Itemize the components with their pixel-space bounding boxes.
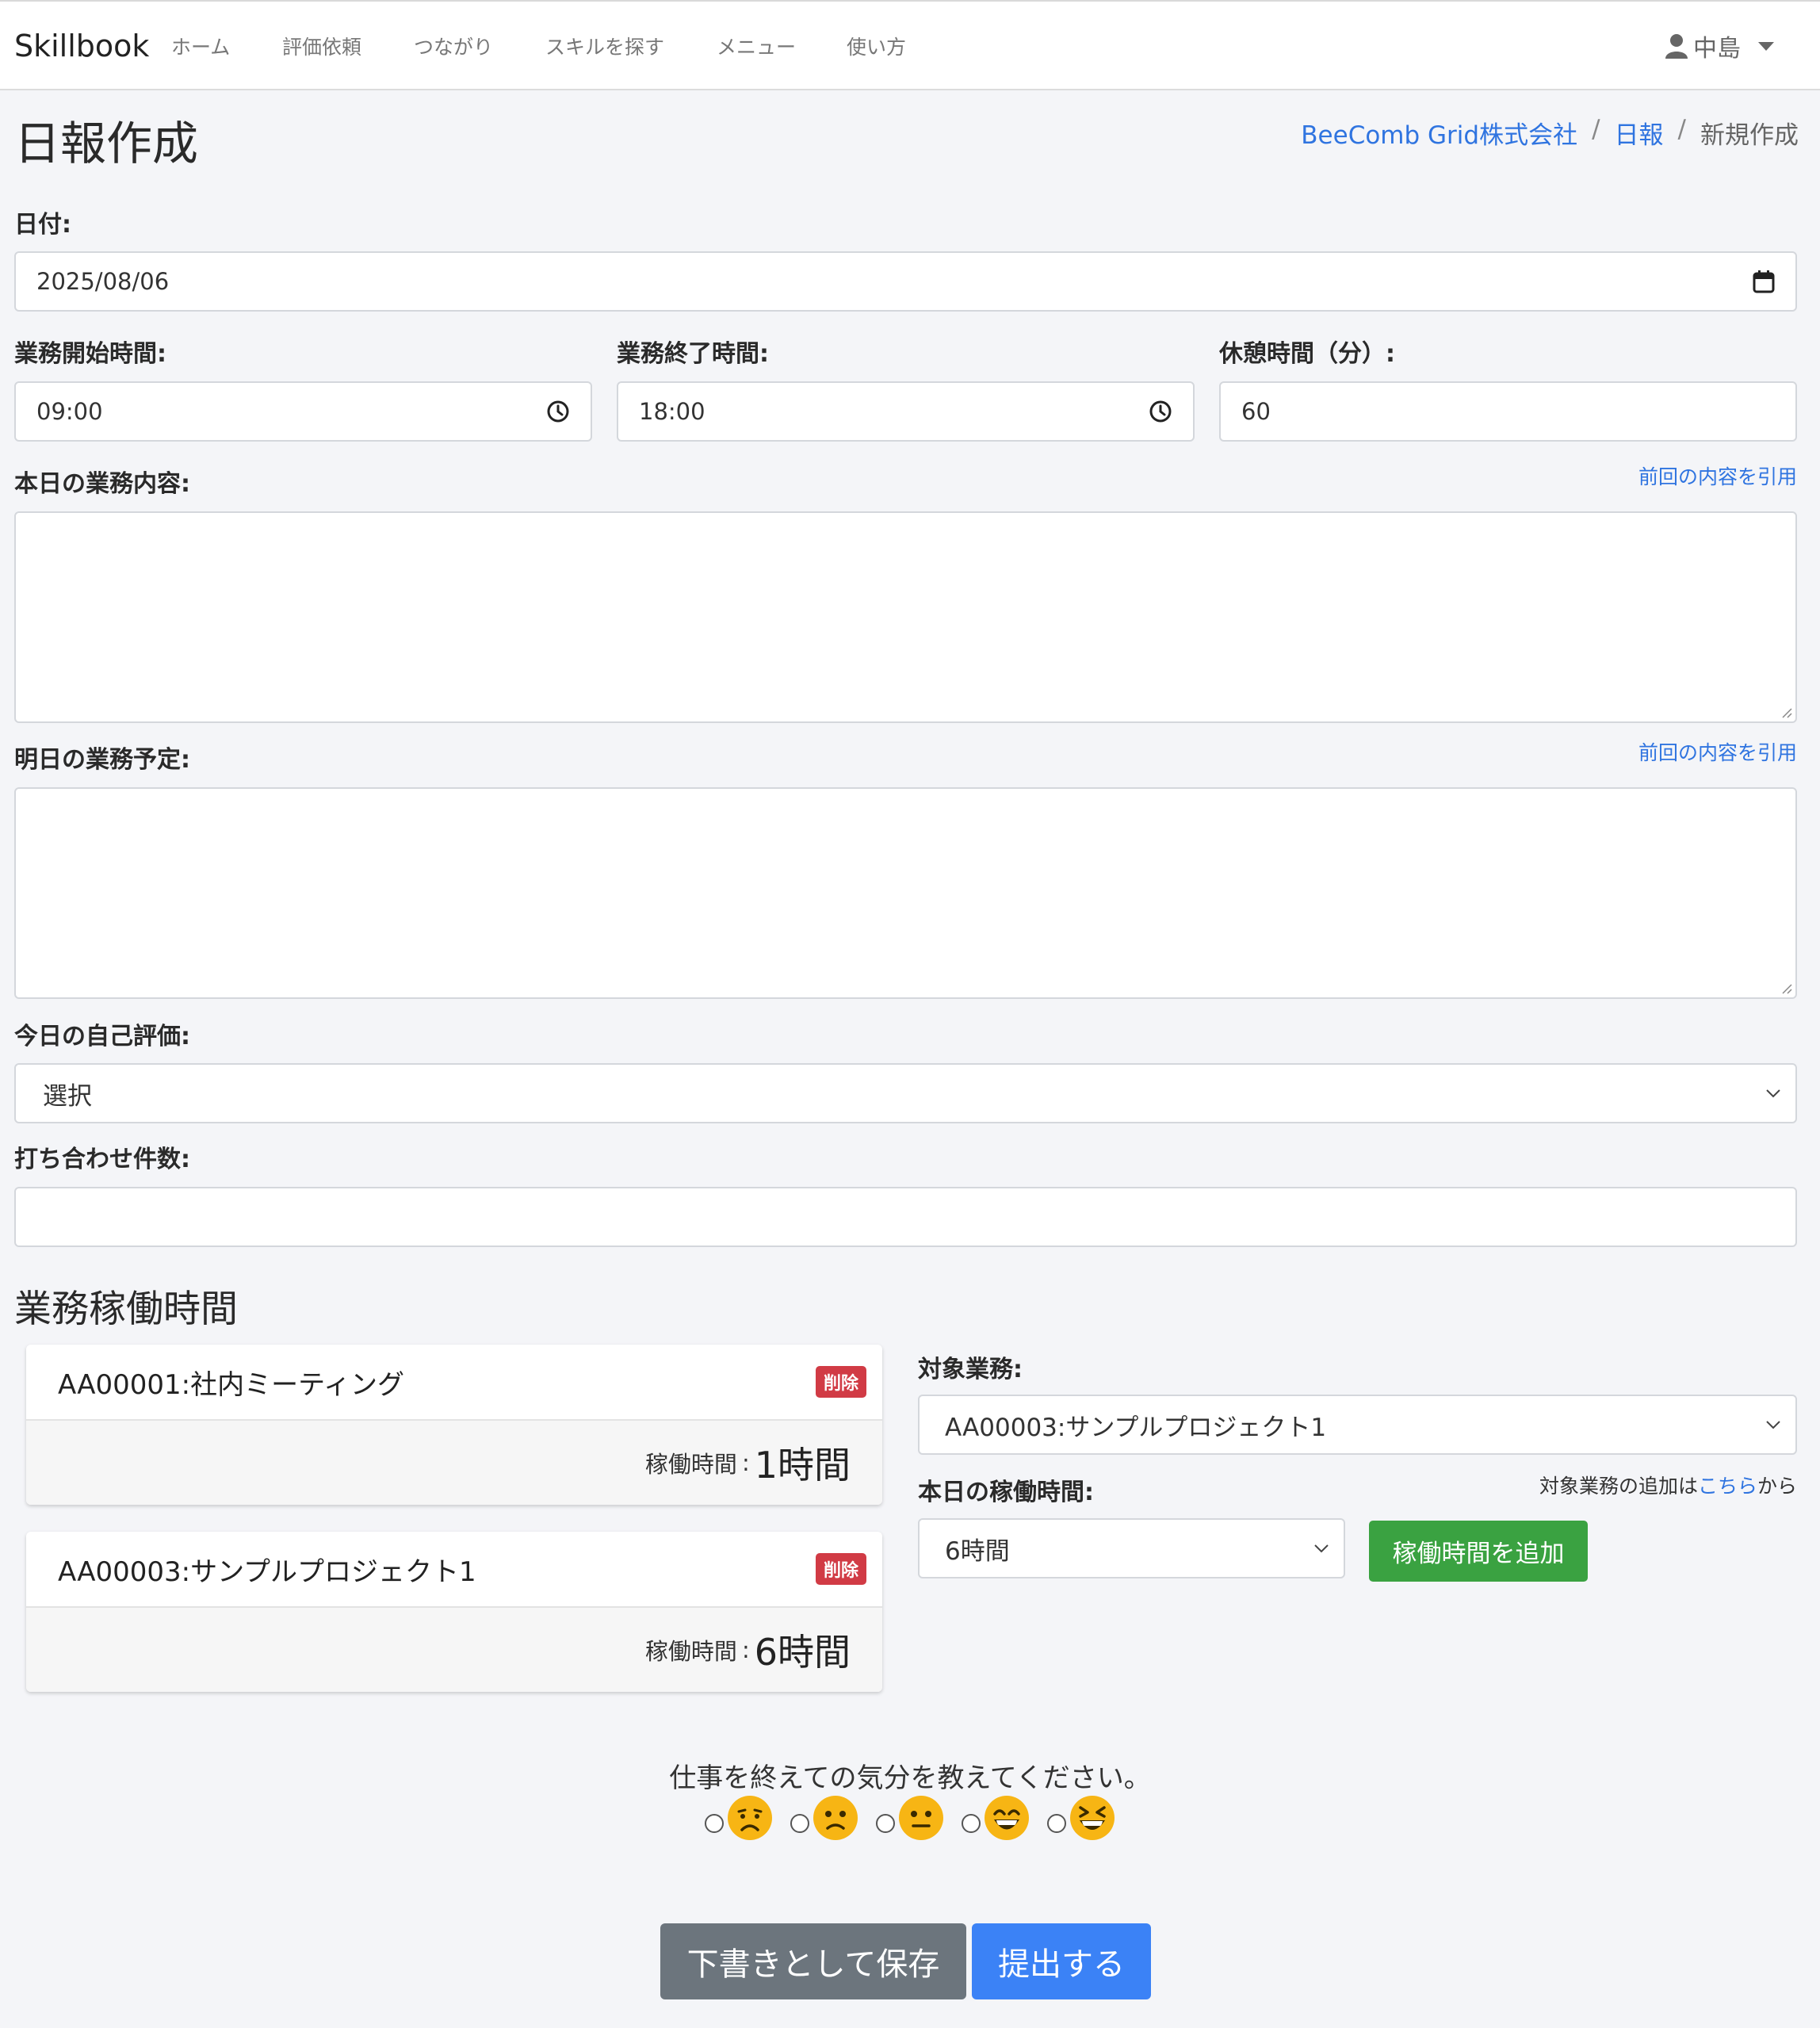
- nav-find-skills[interactable]: スキルを探す: [545, 32, 664, 60]
- today-work-label: 本日の業務内容:: [14, 470, 190, 498]
- mood-radio[interactable]: [962, 1814, 981, 1833]
- save-draft-button[interactable]: 下書きとして保存: [660, 1923, 966, 1999]
- date-input[interactable]: 2025/08/06: [14, 251, 1797, 312]
- target-task-value: AA00003:サンプルプロジェクト1: [945, 1413, 1327, 1442]
- add-task-note-prefix: 対象業務の追加は: [1539, 1475, 1698, 1498]
- break-time-input[interactable]: 60: [1219, 381, 1797, 442]
- breadcrumb-current: 新規作成: [1700, 121, 1799, 150]
- break-time-value: 60: [1241, 398, 1271, 425]
- worktime-entry-name: AA00001:社内ミーティング: [58, 1368, 405, 1401]
- happy-face-icon: [985, 1796, 1029, 1840]
- target-task-select[interactable]: AA00003:サンプルプロジェクト1: [918, 1395, 1797, 1455]
- mood-option-3[interactable]: [876, 1795, 944, 1841]
- target-task-label: 対象業務:: [918, 1356, 1023, 1383]
- nav-menu[interactable]: メニュー: [717, 32, 796, 60]
- chevron-down-icon: [1766, 1421, 1780, 1429]
- sad-face-icon: [813, 1796, 858, 1840]
- tomorrow-plan-textarea[interactable]: [14, 787, 1797, 999]
- meetings-count-label: 打ち合わせ件数:: [14, 1146, 190, 1173]
- page-title: 日報作成: [14, 117, 199, 170]
- start-time-value: 09:00: [36, 398, 103, 425]
- today-hours-value: 6時間: [945, 1536, 1010, 1566]
- worktime-hours-label: 稼働時間: [644, 1451, 737, 1478]
- nav-home[interactable]: ホーム: [171, 32, 230, 60]
- add-task-note-suffix: から: [1757, 1475, 1797, 1498]
- chevron-down-icon: [1766, 1089, 1780, 1098]
- add-task-note: 対象業務の追加はこちらから: [1539, 1471, 1797, 1499]
- user-menu[interactable]: 中島: [1665, 29, 1774, 63]
- delete-button[interactable]: 削除: [815, 1366, 866, 1398]
- worktime-hours-label: 稼働時間: [644, 1638, 737, 1665]
- worktime-entry-name: AA00003:サンプルプロジェクト1: [58, 1555, 476, 1588]
- navbar: Skillbook ホーム 評価依頼 つながり スキルを探す メニュー 使い方 …: [0, 0, 1820, 90]
- quote-previous-tomorrow-link[interactable]: 前回の内容を引用: [1638, 737, 1797, 766]
- worktime-hours-colon: :: [741, 1449, 750, 1476]
- delete-button[interactable]: 削除: [815, 1553, 866, 1585]
- worktime-entry-card: AA00001:社内ミーティング 削除 稼働時間 : 1時間: [26, 1345, 882, 1505]
- mood-radio[interactable]: [705, 1814, 724, 1833]
- today-work-textarea[interactable]: [14, 511, 1797, 723]
- clock-icon[interactable]: [1149, 400, 1172, 423]
- chevron-down-icon: [1314, 1544, 1329, 1553]
- worktime-entry-card: AA00003:サンプルプロジェクト1 削除 稼働時間 : 6時間: [26, 1532, 882, 1692]
- break-time-label: 休憩時間（分）:: [1219, 340, 1395, 368]
- mood-prompt: 仕事を終えての気分を教えてください。: [669, 1762, 1151, 1794]
- self-evaluation-value: 選択: [43, 1081, 92, 1111]
- end-time-value: 18:00: [639, 398, 705, 425]
- end-time-label: 業務終了時間:: [617, 340, 769, 368]
- mood-option-2[interactable]: [790, 1795, 858, 1841]
- very-sad-face-icon: [728, 1796, 772, 1840]
- worktime-hours-value: 6時間: [754, 1631, 851, 1674]
- worktime-hours-value: 1時間: [754, 1444, 851, 1487]
- calendar-icon[interactable]: [1753, 270, 1775, 293]
- mood-options: [0, 1795, 1820, 1841]
- breadcrumb: BeeComb Grid株式会社 / 日報 / 新規作成: [1301, 115, 1799, 151]
- start-time-input[interactable]: 09:00: [14, 381, 592, 442]
- breadcrumb-daily-report[interactable]: 日報: [1615, 115, 1664, 151]
- today-hours-label: 本日の稼働時間:: [918, 1479, 1094, 1506]
- brand-logo[interactable]: Skillbook: [14, 29, 149, 63]
- very-happy-face-icon: [1070, 1796, 1115, 1840]
- mood-option-5[interactable]: [1047, 1795, 1115, 1841]
- submit-button[interactable]: 提出する: [972, 1923, 1151, 1999]
- end-time-input[interactable]: 18:00: [617, 381, 1195, 442]
- caret-down-icon: [1758, 41, 1774, 51]
- resize-handle-icon[interactable]: [1780, 706, 1792, 718]
- date-value: 2025/08/06: [36, 268, 170, 295]
- self-evaluation-label: 今日の自己評価:: [14, 1023, 190, 1050]
- mood-radio[interactable]: [1047, 1814, 1066, 1833]
- worktime-section-heading: 業務稼働時間: [14, 1288, 238, 1331]
- nav-how-to-use[interactable]: 使い方: [847, 32, 906, 60]
- nav-evaluation-request[interactable]: 評価依頼: [282, 32, 361, 60]
- date-label: 日付:: [14, 211, 71, 239]
- worktime-hours-colon: :: [741, 1636, 750, 1663]
- user-name: 中島: [1693, 35, 1741, 63]
- self-evaluation-select[interactable]: 選択: [14, 1063, 1797, 1123]
- neutral-face-icon: [899, 1796, 943, 1840]
- quote-previous-today-link[interactable]: 前回の内容を引用: [1638, 461, 1797, 490]
- mood-option-1[interactable]: [705, 1795, 773, 1841]
- add-task-link[interactable]: こちら: [1698, 1475, 1757, 1498]
- mood-radio[interactable]: [876, 1814, 895, 1833]
- breadcrumb-company[interactable]: BeeComb Grid株式会社: [1301, 115, 1577, 151]
- add-worktime-button[interactable]: 稼働時間を追加: [1369, 1521, 1588, 1582]
- resize-handle-icon[interactable]: [1780, 981, 1792, 994]
- mood-radio[interactable]: [790, 1814, 809, 1833]
- tomorrow-plan-label: 明日の業務予定:: [14, 746, 190, 774]
- mood-option-4[interactable]: [962, 1795, 1030, 1841]
- meetings-count-input[interactable]: [14, 1187, 1797, 1247]
- user-icon: [1665, 34, 1688, 59]
- breadcrumb-separator: /: [1677, 115, 1686, 143]
- breadcrumb-separator: /: [1592, 115, 1600, 143]
- clock-icon[interactable]: [546, 400, 570, 423]
- start-time-label: 業務開始時間:: [14, 340, 166, 368]
- nav-connections[interactable]: つながり: [414, 32, 493, 60]
- today-hours-select[interactable]: 6時間: [918, 1518, 1345, 1578]
